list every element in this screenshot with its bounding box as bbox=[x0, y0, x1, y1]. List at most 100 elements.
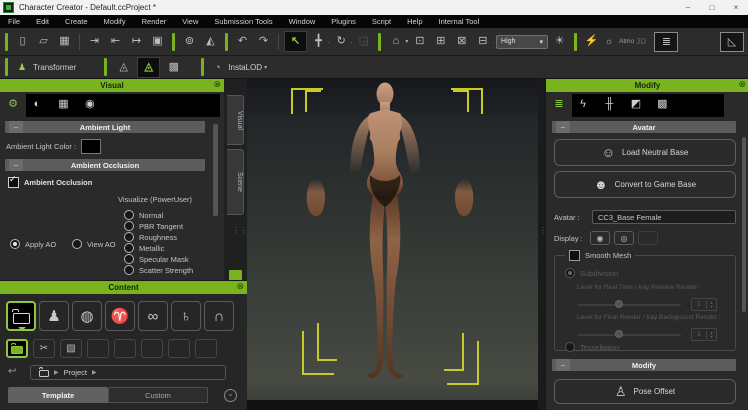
menu-modify[interactable]: Modify bbox=[96, 17, 134, 26]
back-icon[interactable]: ↩ bbox=[8, 366, 16, 377]
instalod-button[interactable]: ◔ InstaLOD ▾ bbox=[211, 58, 267, 77]
camera-view-dropdown[interactable]: . bbox=[492, 39, 494, 45]
camera-view-switch-icon[interactable]: ⊟ bbox=[473, 32, 492, 51]
visual-settings-icon[interactable]: ≣ bbox=[654, 32, 678, 52]
visual-panel-scrollbar[interactable] bbox=[213, 124, 218, 216]
side-tab-scene[interactable]: Scene bbox=[227, 149, 244, 215]
menu-edit[interactable]: Edit bbox=[28, 17, 57, 26]
category-material[interactable]: ◍ bbox=[72, 301, 102, 331]
save-project-icon[interactable]: ▦ bbox=[55, 32, 74, 51]
capture-image-icon[interactable]: ▣ bbox=[148, 32, 167, 51]
breadcrumb-project[interactable]: Project bbox=[64, 368, 87, 377]
undo-icon[interactable]: ↶ bbox=[233, 32, 252, 51]
visualize-roughness-radio[interactable] bbox=[124, 232, 134, 242]
pose-tool-c-icon[interactable]: ▩ bbox=[164, 58, 183, 77]
home-view-icon[interactable]: ⌂ bbox=[386, 32, 405, 51]
side-tab-visual[interactable]: Visual bbox=[227, 95, 244, 145]
export-character-icon[interactable]: ↦ bbox=[127, 32, 146, 51]
subfilter-folder[interactable] bbox=[6, 339, 28, 358]
menu-create[interactable]: Create bbox=[57, 17, 96, 26]
content-panel-header[interactable]: Content ⊗ bbox=[0, 281, 247, 294]
preview-lighting-icon[interactable]: ⚡ bbox=[582, 32, 601, 51]
ambient-occlusion-section-header[interactable]: – Ambient Occlusion bbox=[5, 159, 205, 171]
category-actor[interactable]: ♟ bbox=[39, 301, 69, 331]
character-model[interactable] bbox=[247, 79, 538, 400]
panel-splitter[interactable]: ⋮⋮⋮ bbox=[538, 79, 545, 410]
visualize-normal-radio[interactable] bbox=[124, 210, 134, 220]
export-icon[interactable]: ⇤ bbox=[106, 32, 125, 51]
gear-tab-icon[interactable]: ⚙ bbox=[2, 94, 24, 115]
view-ao-radio[interactable] bbox=[72, 239, 82, 249]
modify-panel-header[interactable]: Modify ⊗ bbox=[546, 79, 748, 92]
menu-render[interactable]: Render bbox=[134, 17, 175, 26]
select-tool-icon[interactable]: ↖ bbox=[284, 31, 307, 52]
shadow-tab-icon[interactable]: ▦ bbox=[52, 94, 74, 115]
menu-file[interactable]: File bbox=[0, 17, 28, 26]
category-stage[interactable]: ∩ bbox=[204, 301, 234, 331]
visualize-pbr-tangent-radio[interactable] bbox=[124, 221, 134, 231]
camera-tab-icon[interactable]: ◉ bbox=[79, 94, 101, 115]
load-neutral-base-button[interactable]: ☺ Load Neutral Base bbox=[554, 139, 736, 166]
close-button[interactable]: × bbox=[724, 3, 748, 12]
menu-view[interactable]: View bbox=[174, 17, 206, 26]
atmosphere-toggle[interactable]: ☼ Atmo bbox=[603, 32, 634, 51]
modify-section-header[interactable]: – Modify bbox=[552, 359, 736, 371]
category-prop[interactable]: ♄ bbox=[171, 301, 201, 331]
collapse-icon[interactable]: – bbox=[556, 359, 570, 371]
home-view-dropdown[interactable]: ▾ bbox=[405, 38, 408, 45]
convert-to-game-base-button[interactable]: ☻ Convert to Game Base bbox=[554, 171, 736, 198]
close-panel-icon[interactable]: ⊗ bbox=[236, 281, 244, 292]
display-eye-button[interactable]: ◉ bbox=[590, 231, 610, 245]
move-tool-dropdown[interactable]: . bbox=[328, 39, 330, 45]
render-quality-select[interactable]: High ▾ bbox=[496, 35, 548, 49]
rotate-tool-icon[interactable]: ↻ bbox=[332, 32, 351, 51]
open-project-icon[interactable]: ▱ bbox=[34, 32, 53, 51]
camera-view-fit-icon[interactable]: ⊞ bbox=[431, 32, 450, 51]
avatar-section-header[interactable]: – Avatar bbox=[552, 121, 736, 133]
light-tab-icon[interactable]: ◐ bbox=[26, 94, 48, 115]
visualize-specular-mask-radio[interactable] bbox=[124, 254, 134, 264]
new-project-icon[interactable]: ▯ bbox=[13, 32, 32, 51]
material-tab-icon[interactable]: ◩ bbox=[625, 94, 647, 115]
collapse-icon[interactable]: – bbox=[9, 121, 23, 133]
collapse-icon[interactable]: – bbox=[556, 121, 570, 133]
ambient-light-section-header[interactable]: – Ambient Light bbox=[5, 121, 205, 133]
transformer-button[interactable]: ♟ Transformer bbox=[15, 58, 76, 77]
expand-content-icon[interactable]: ⌄ bbox=[224, 389, 237, 402]
menu-submission-tools[interactable]: Submission Tools bbox=[206, 17, 280, 26]
menu-script[interactable]: Script bbox=[364, 17, 399, 26]
ambient-occlusion-checkbox[interactable]: ✓ bbox=[8, 177, 19, 188]
camera-view-all-icon[interactable]: ⊠ bbox=[452, 32, 471, 51]
menu-window[interactable]: Window bbox=[281, 17, 324, 26]
display-brow-button[interactable]: ◎ bbox=[614, 231, 634, 245]
camera-view-front-icon[interactable]: ⊡ bbox=[410, 32, 429, 51]
pose-tool-b-icon[interactable]: ◬ bbox=[137, 57, 160, 78]
motion-tab-icon[interactable]: ϟ bbox=[572, 94, 594, 115]
category-cloth[interactable]: ♈ bbox=[105, 301, 135, 331]
category-accessory[interactable]: ∞ bbox=[138, 301, 168, 331]
minimize-button[interactable]: – bbox=[676, 3, 700, 12]
pose-tool-a-icon[interactable]: ◬ bbox=[114, 58, 133, 77]
ambient-light-color-swatch[interactable] bbox=[81, 139, 101, 154]
lighting-icon[interactable]: ☀ bbox=[550, 32, 569, 51]
bone-tab-icon[interactable]: ╫ bbox=[598, 94, 620, 115]
texture-tab-icon[interactable]: ▩ bbox=[651, 94, 673, 115]
avatar-name-field[interactable] bbox=[592, 210, 736, 224]
collapse-icon[interactable]: – bbox=[9, 159, 23, 171]
breadcrumb[interactable]: ▶ Project ▶ bbox=[30, 365, 226, 380]
visualize-metallic-radio[interactable] bbox=[124, 243, 134, 253]
tab-custom[interactable]: Custom bbox=[108, 387, 208, 403]
tab-template[interactable]: Template bbox=[8, 387, 108, 403]
smooth-mesh-checkbox[interactable] bbox=[569, 250, 580, 261]
viewport-3d[interactable] bbox=[247, 79, 538, 400]
close-panel-icon[interactable]: ⊗ bbox=[738, 79, 746, 90]
menu-help[interactable]: Help bbox=[399, 17, 430, 26]
redo-icon[interactable]: ↷ bbox=[254, 32, 273, 51]
render-preview-icon[interactable]: ⊚ bbox=[180, 32, 199, 51]
import-icon[interactable]: ⇥ bbox=[85, 32, 104, 51]
camera-tool-icon[interactable]: ◭ bbox=[201, 32, 220, 51]
category-project-folder[interactable] bbox=[6, 301, 36, 331]
axis-gizmo-icon[interactable]: ◺ bbox=[720, 32, 744, 52]
subfilter-image[interactable]: ▧ bbox=[60, 339, 82, 358]
menu-plugins[interactable]: Plugins bbox=[323, 17, 364, 26]
